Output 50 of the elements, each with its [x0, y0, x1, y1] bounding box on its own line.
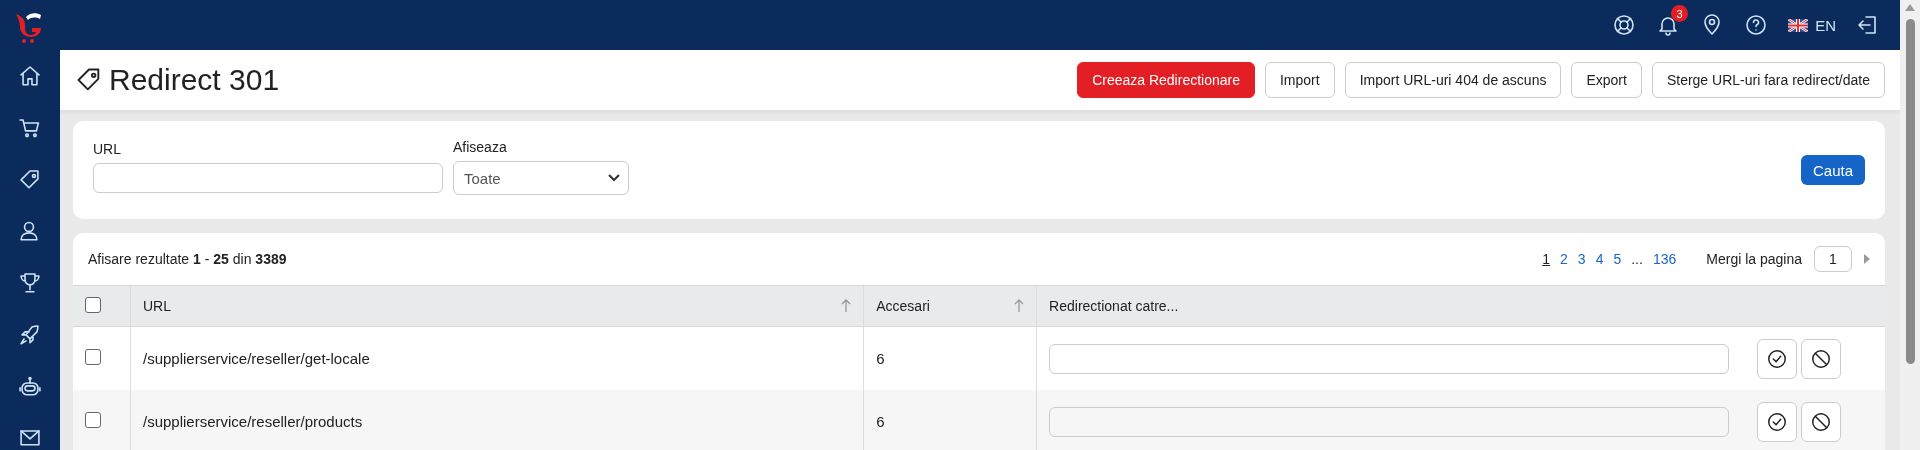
action-button[interactable]: Import	[1265, 62, 1335, 98]
pagination-ellipsis: ...	[1631, 251, 1643, 267]
lifebuoy-icon[interactable]	[1612, 13, 1637, 37]
page-link[interactable]: 1	[1542, 251, 1551, 267]
page-link[interactable]: 5	[1613, 251, 1622, 267]
next-arrow-icon[interactable]	[1864, 254, 1870, 264]
field-label: URL	[93, 141, 122, 157]
prohibited-icon	[1810, 410, 1833, 433]
page-title: Redirect 301	[109, 63, 280, 97]
check-circle-icon	[1766, 347, 1789, 370]
column-header: URL	[142, 298, 171, 314]
trophy-icon[interactable]	[17, 271, 43, 295]
cancel-button[interactable]	[1801, 401, 1842, 442]
chevron-down-icon	[608, 174, 620, 182]
action-button[interactable]: Sterge URL-uri fara redirect/date	[1651, 62, 1885, 98]
page-link[interactable]: 2	[1560, 251, 1568, 267]
page-link[interactable]: 136	[1652, 251, 1677, 267]
results-summary: Afisare rezultate 1 - 25 din 3389	[88, 251, 288, 267]
checkbox[interactable]	[85, 412, 101, 428]
url-input-field[interactable]	[93, 163, 443, 193]
checkbox[interactable]	[85, 349, 101, 365]
cancel-button[interactable]	[1801, 338, 1842, 379]
check-circle-icon	[1766, 410, 1789, 433]
search-button[interactable]: Cauta	[1800, 155, 1865, 185]
notification-badge: 3	[1671, 5, 1689, 22]
help-icon[interactable]	[1744, 13, 1769, 37]
action-button[interactable]: Creeaza Redirectionare	[1077, 62, 1255, 98]
flag-icon	[1788, 18, 1809, 32]
page-link[interactable]: 4	[1595, 251, 1604, 267]
page-number-field[interactable]: 1	[1814, 246, 1852, 272]
action-button[interactable]: Export	[1571, 62, 1642, 98]
confirm-button[interactable]	[1757, 401, 1798, 442]
table-cell: /supplierservice/reseller/products	[130, 390, 864, 450]
column-header: Accesari	[876, 298, 930, 314]
page-link[interactable]: 3	[1577, 251, 1586, 267]
show-dropdown[interactable]: Toate	[453, 161, 629, 195]
column-header: Redirectionat catre...	[1049, 298, 1179, 314]
table-cell: 6	[863, 390, 1037, 450]
language-selector[interactable]: EN	[1788, 16, 1836, 34]
checkbox[interactable]	[85, 296, 101, 313]
field-label: Afiseaza	[453, 139, 508, 155]
robot-icon[interactable]	[17, 374, 43, 399]
redirect-input-field[interactable]	[1049, 406, 1730, 437]
prohibited-icon	[1810, 347, 1833, 370]
action-button[interactable]: Import URL-uri 404 de ascuns	[1344, 62, 1562, 98]
home-icon[interactable]	[17, 64, 43, 88]
goto-label: Mergi la pagina	[1706, 251, 1802, 267]
redirect-input-field[interactable]	[1049, 343, 1730, 374]
confirm-button[interactable]	[1757, 338, 1798, 379]
scrollbar-thumb[interactable]	[1905, 19, 1915, 364]
